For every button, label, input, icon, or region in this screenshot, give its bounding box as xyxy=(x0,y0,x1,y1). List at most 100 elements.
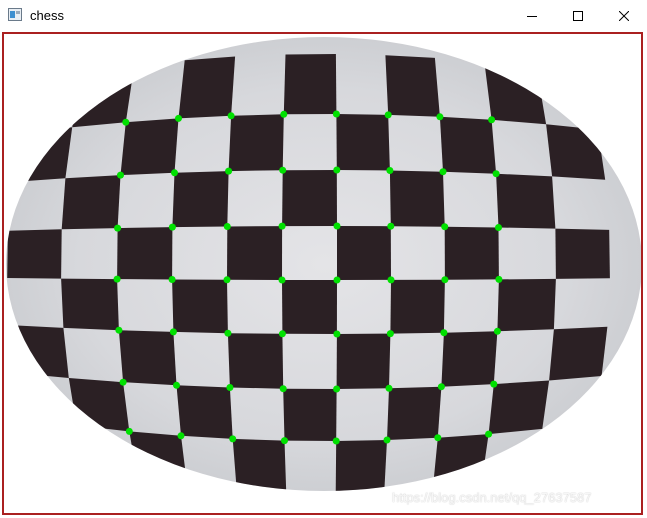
dark-square xyxy=(336,114,390,171)
corner-point xyxy=(175,114,182,122)
title-bar[interactable]: chess xyxy=(0,0,647,31)
corner-point xyxy=(384,111,392,119)
app-window: chess https://blog.csdn.net/qq_27637587 xyxy=(0,0,647,518)
corner-point xyxy=(117,171,124,179)
watermark-text: https://blog.csdn.net/qq_27637587 xyxy=(392,490,592,505)
corner-point xyxy=(114,224,122,232)
corner-point xyxy=(226,384,234,391)
dark-square xyxy=(441,331,498,387)
corner-point xyxy=(436,113,444,121)
corner-point xyxy=(434,434,442,442)
dark-square xyxy=(283,388,337,441)
dark-square xyxy=(120,118,179,176)
corner-point xyxy=(386,167,394,174)
corner-point xyxy=(115,326,123,334)
corner-point xyxy=(387,222,395,230)
corner-point xyxy=(229,435,237,443)
corner-point xyxy=(281,437,288,445)
corner-point xyxy=(278,330,286,338)
corner-point xyxy=(492,170,500,178)
chessboard-image xyxy=(4,34,641,513)
window-title: chess xyxy=(30,8,64,23)
dark-square xyxy=(117,227,173,280)
corner-point xyxy=(169,328,177,336)
corner-point xyxy=(333,166,341,174)
corner-point xyxy=(383,436,391,444)
dark-square xyxy=(387,386,442,440)
corner-point xyxy=(119,378,127,386)
corner-point xyxy=(332,110,340,118)
corner-point xyxy=(495,224,502,231)
corner-point xyxy=(168,276,176,283)
corner-point xyxy=(332,437,340,445)
corner-point xyxy=(488,116,496,124)
dark-square xyxy=(172,279,228,334)
corner-point xyxy=(333,276,341,284)
dark-square xyxy=(282,170,337,227)
corner-point xyxy=(440,329,448,337)
corner-point xyxy=(225,167,233,175)
dark-square xyxy=(176,385,233,439)
corner-point xyxy=(113,275,121,283)
corner-point xyxy=(490,380,498,388)
corner-point xyxy=(485,430,493,438)
corner-point xyxy=(278,222,286,230)
dark-square xyxy=(227,333,284,389)
corner-point xyxy=(333,330,341,338)
corner-point xyxy=(439,168,447,176)
close-icon xyxy=(619,10,629,21)
dark-square xyxy=(178,56,236,119)
maximize-icon xyxy=(573,10,583,21)
corner-point xyxy=(441,276,449,284)
dark-square xyxy=(385,55,440,117)
corner-point xyxy=(386,330,394,338)
dark-square xyxy=(488,380,550,435)
corner-point xyxy=(224,329,232,337)
corner-point xyxy=(280,110,288,118)
corner-point xyxy=(171,169,178,177)
corner-point xyxy=(227,112,235,120)
corner-point xyxy=(278,276,286,284)
corner-point xyxy=(168,223,176,231)
dark-square xyxy=(389,170,445,227)
dark-square xyxy=(555,228,610,279)
dark-square xyxy=(283,54,337,115)
dark-square xyxy=(439,116,497,174)
dark-square xyxy=(390,279,445,334)
corner-point xyxy=(177,432,185,440)
dark-square xyxy=(549,326,608,381)
dark-square xyxy=(172,171,229,228)
close-button[interactable] xyxy=(601,0,647,31)
minimize-button[interactable] xyxy=(509,0,555,31)
dark-square xyxy=(497,278,556,332)
corner-point xyxy=(125,427,133,435)
corner-point xyxy=(173,381,180,389)
corner-point xyxy=(495,275,503,283)
image-canvas xyxy=(2,32,643,515)
corner-point xyxy=(122,118,130,126)
dark-square xyxy=(118,330,177,386)
dark-square xyxy=(444,226,499,280)
dark-square xyxy=(282,280,337,334)
app-icon xyxy=(8,8,22,21)
dark-square xyxy=(61,175,121,230)
corner-point xyxy=(493,327,501,335)
minimize-icon xyxy=(527,15,537,17)
dark-square xyxy=(228,114,284,172)
corner-point xyxy=(279,166,287,174)
corner-point xyxy=(333,385,341,393)
dark-square xyxy=(227,226,283,280)
dark-square xyxy=(496,173,556,229)
corner-point xyxy=(223,223,231,230)
corner-point xyxy=(223,276,231,284)
corner-point xyxy=(385,384,393,392)
corner-point xyxy=(387,276,395,284)
maximize-button[interactable] xyxy=(555,0,601,31)
corner-point xyxy=(437,383,445,391)
corner-point xyxy=(333,222,341,230)
dark-square xyxy=(7,229,62,279)
dark-square xyxy=(337,226,391,280)
corner-point xyxy=(279,385,287,393)
corner-point xyxy=(441,223,449,231)
dark-square xyxy=(336,333,391,389)
